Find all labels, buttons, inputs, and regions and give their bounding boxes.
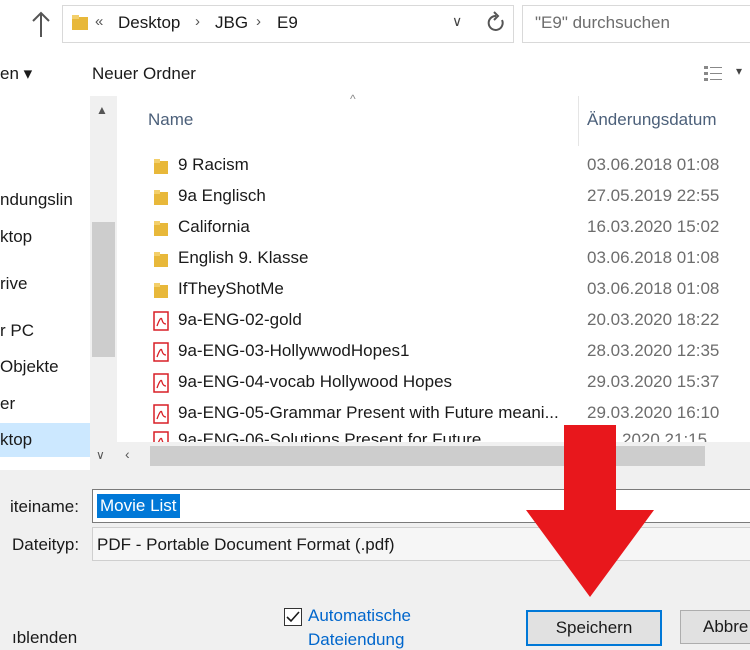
breadcrumb-desktop[interactable]: Desktop xyxy=(118,13,180,33)
breadcrumb-e9[interactable]: E9 xyxy=(277,13,298,33)
nav-item[interactable]: ndungslin xyxy=(0,185,90,215)
column-header-name[interactable]: Name xyxy=(148,110,193,130)
nav-scroll-thumb[interactable] xyxy=(92,222,115,357)
sort-up-icon: ^ xyxy=(350,92,356,106)
filename-label: iteiname: xyxy=(10,497,79,516)
pdf-icon xyxy=(153,404,169,424)
save-button[interactable]: Speichern xyxy=(526,610,662,646)
chevron-right-icon: › xyxy=(256,13,261,30)
filetype-value: PDF - Portable Document Format (.pdf) xyxy=(97,535,395,554)
folder-icon xyxy=(154,283,168,298)
column-divider[interactable] xyxy=(578,96,579,146)
file-row-date: 20.03.2020 18:22 xyxy=(587,310,720,329)
red-arrow-annotation xyxy=(526,425,654,597)
auto-extension-label-line2[interactable]: Dateiendung xyxy=(308,630,404,650)
filename-value[interactable]: Movie List xyxy=(97,494,180,518)
organize-button[interactable]: en ▾ xyxy=(0,64,32,84)
nav-item-selected[interactable]: ktop xyxy=(0,423,90,457)
scroll-left-icon[interactable]: ‹ xyxy=(125,446,130,462)
breadcrumb-jbg[interactable]: JBG xyxy=(215,13,248,33)
file-row-name[interactable]: 9a-ENG-04-vocab Hollywood Hopes xyxy=(178,372,452,392)
file-row-date: 03.06.2018 01:08 xyxy=(587,155,720,174)
file-row-name[interactable]: IfTheyShotMe xyxy=(178,279,284,299)
checkmark-icon xyxy=(286,611,300,623)
filetype-label: Dateityp: xyxy=(12,535,80,554)
pdf-icon xyxy=(153,342,169,362)
file-row-date: 16.03.2020 15:02 xyxy=(587,217,720,236)
nav-item[interactable]: er xyxy=(0,389,90,419)
nav-item[interactable]: Objekte xyxy=(0,352,90,382)
folder-icon xyxy=(72,15,88,30)
view-options-icon[interactable] xyxy=(703,64,723,82)
file-row-date: 27.05.2019 22:55 xyxy=(587,186,720,205)
folder-icon xyxy=(154,221,168,236)
file-row-name[interactable]: English 9. Klasse xyxy=(178,248,308,268)
scroll-up-icon[interactable]: ▲ xyxy=(96,103,108,117)
folder-icon xyxy=(154,159,168,174)
nav-item[interactable]: rive xyxy=(0,269,90,299)
nav-item[interactable]: ktop xyxy=(0,222,90,252)
refresh-icon[interactable] xyxy=(485,10,507,36)
pdf-icon xyxy=(153,373,169,393)
column-header-date[interactable]: Änderungsdatum xyxy=(587,110,716,130)
pdf-icon xyxy=(153,311,169,331)
folder-icon xyxy=(154,252,168,267)
file-row-name[interactable]: California xyxy=(178,217,250,237)
view-dropdown-icon[interactable]: ▾ xyxy=(736,64,742,78)
hide-folders-toggle[interactable]: ıblenden xyxy=(12,628,77,648)
file-row-date: 03.06.2018 01:08 xyxy=(587,248,720,267)
file-row-date: 29.03.2020 16:10 xyxy=(587,403,720,422)
file-row-name[interactable]: 9a Englisch xyxy=(178,186,266,206)
file-row-date: 29.03.2020 15:37 xyxy=(587,372,720,391)
file-row-name[interactable]: 9a-ENG-05-Grammar Present with Future me… xyxy=(178,403,559,423)
up-arrow-icon[interactable] xyxy=(30,9,52,39)
chevron-right-icon: › xyxy=(195,13,200,30)
folder-icon xyxy=(154,190,168,205)
nav-item[interactable]: r PC xyxy=(0,316,90,346)
address-prefix: « xyxy=(95,13,104,30)
file-row-date: 03.06.2018 01:08 xyxy=(587,279,720,298)
new-folder-button[interactable]: Neuer Ordner xyxy=(92,64,196,84)
file-row-name[interactable]: 9 Racism xyxy=(178,155,249,175)
scroll-down-icon[interactable]: ∨ xyxy=(96,448,105,462)
file-row-name[interactable]: 9a-ENG-03-HollywwodHopes1 xyxy=(178,341,409,361)
file-row-date: 28.03.2020 12:35 xyxy=(587,341,720,360)
auto-extension-checkbox[interactable] xyxy=(284,608,302,626)
chevron-down-icon[interactable]: ∨ xyxy=(452,13,462,30)
file-row-name[interactable]: 9a-ENG-02-gold xyxy=(178,310,302,330)
search-placeholder: "E9" durchsuchen xyxy=(535,13,670,32)
auto-extension-label-line1[interactable]: Automatische xyxy=(308,606,411,626)
